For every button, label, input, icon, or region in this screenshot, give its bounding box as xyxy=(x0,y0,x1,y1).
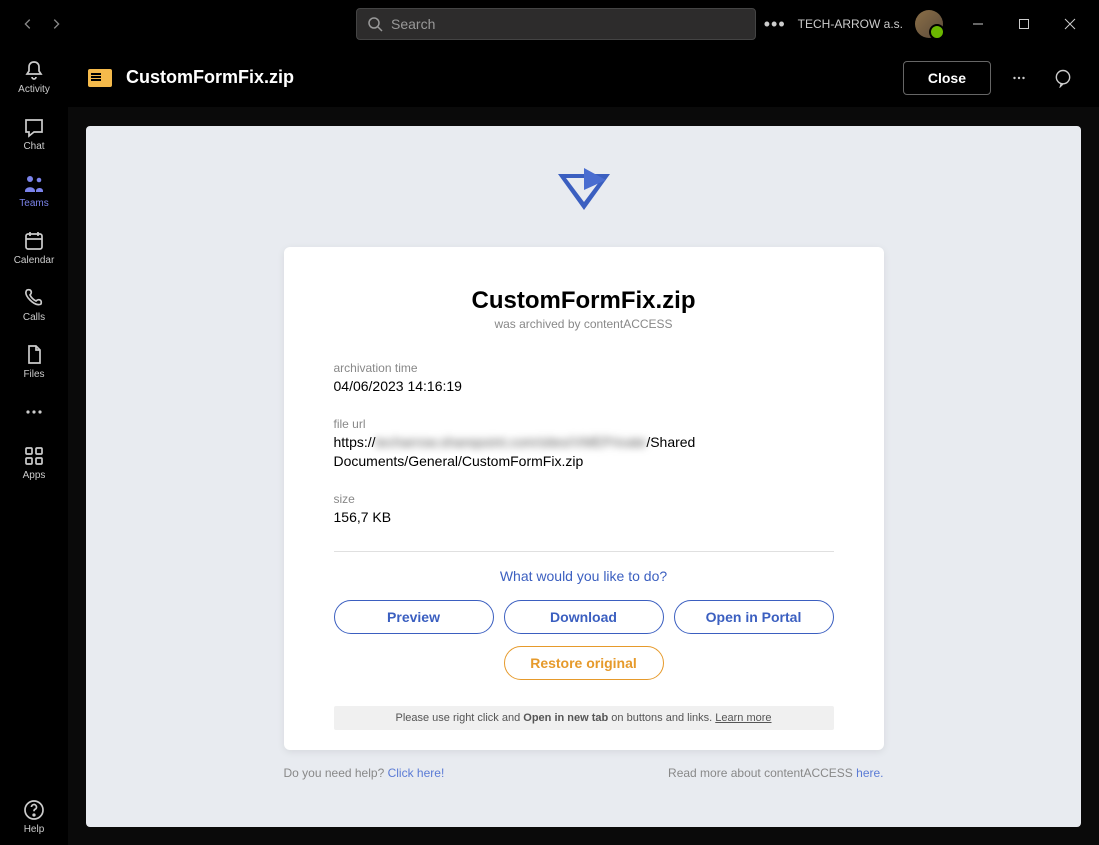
meta-size: size 156,7 KB xyxy=(334,492,834,528)
window-maximize-button[interactable] xyxy=(1001,0,1047,48)
apps-icon xyxy=(22,444,46,468)
action-prompt: What would you like to do? xyxy=(334,568,834,584)
header-more-button[interactable] xyxy=(1003,62,1035,94)
contentaccess-logo-icon xyxy=(556,166,612,217)
search-icon xyxy=(367,16,383,32)
phone-icon xyxy=(22,286,46,310)
card-subtitle: was archived by contentACCESS xyxy=(334,317,834,331)
archive-card: CustomFormFix.zip was archived by conten… xyxy=(284,247,884,750)
close-button[interactable]: Close xyxy=(903,61,991,95)
user-avatar[interactable] xyxy=(915,10,943,38)
learn-more-link[interactable]: Learn more xyxy=(715,712,771,724)
open-in-portal-button[interactable]: Open in Portal xyxy=(674,600,834,634)
title-bar: Search ••• TECH-ARROW a.s. xyxy=(0,0,1099,48)
file-icon xyxy=(22,343,46,367)
document-header: CustomFormFix.zip Close xyxy=(68,48,1099,108)
usage-note: Please use right click and Open in new t… xyxy=(334,706,834,730)
app-rail: Activity Chat Teams Calendar Calls Files… xyxy=(0,0,68,845)
teams-icon xyxy=(22,172,46,196)
rail-item-calls[interactable]: Calls xyxy=(0,276,68,333)
header-chat-button[interactable] xyxy=(1047,62,1079,94)
preview-button[interactable]: Preview xyxy=(334,600,494,634)
bell-icon xyxy=(22,58,46,82)
meta-file-url: file url https://techarrow.sharepoint.co… xyxy=(334,417,834,472)
rail-item-chat[interactable]: Chat xyxy=(0,105,68,162)
content-viewer: CustomFormFix.zip was archived by conten… xyxy=(86,126,1081,827)
org-name-label: TECH-ARROW a.s. xyxy=(798,17,903,31)
rail-item-help[interactable]: Help xyxy=(0,788,68,845)
restore-original-button[interactable]: Restore original xyxy=(504,646,664,680)
search-placeholder: Search xyxy=(391,16,435,32)
rail-item-more[interactable] xyxy=(0,390,68,434)
read-more-link[interactable]: here. xyxy=(856,766,883,780)
chat-icon xyxy=(22,115,46,139)
rail-item-activity[interactable]: Activity xyxy=(0,48,68,105)
nav-forward-button[interactable] xyxy=(44,12,68,36)
zip-file-icon xyxy=(88,69,112,87)
meta-archivation: archivation time 04/06/2023 14:16:19 xyxy=(334,361,834,397)
search-input[interactable]: Search xyxy=(356,8,756,40)
nav-back-button[interactable] xyxy=(16,12,40,36)
rail-item-apps[interactable]: Apps xyxy=(0,434,68,491)
download-button[interactable]: Download xyxy=(504,600,664,634)
more-options-button[interactable]: ••• xyxy=(764,14,786,35)
card-file-title: CustomFormFix.zip xyxy=(334,287,834,315)
ellipsis-icon xyxy=(22,400,46,424)
help-link[interactable]: Click here! xyxy=(388,766,445,780)
window-close-button[interactable] xyxy=(1047,0,1093,48)
calendar-icon xyxy=(22,229,46,253)
file-url-value: https://techarrow.sharepoint.com/sites/V… xyxy=(334,433,834,472)
help-icon xyxy=(22,798,46,822)
rail-item-calendar[interactable]: Calendar xyxy=(0,219,68,276)
rail-item-files[interactable]: Files xyxy=(0,333,68,390)
divider xyxy=(334,551,834,552)
document-title: CustomFormFix.zip xyxy=(126,67,294,88)
window-minimize-button[interactable] xyxy=(955,0,1001,48)
viewer-footer: Do you need help? Click here! Read more … xyxy=(284,766,884,780)
rail-item-teams[interactable]: Teams xyxy=(0,162,68,219)
